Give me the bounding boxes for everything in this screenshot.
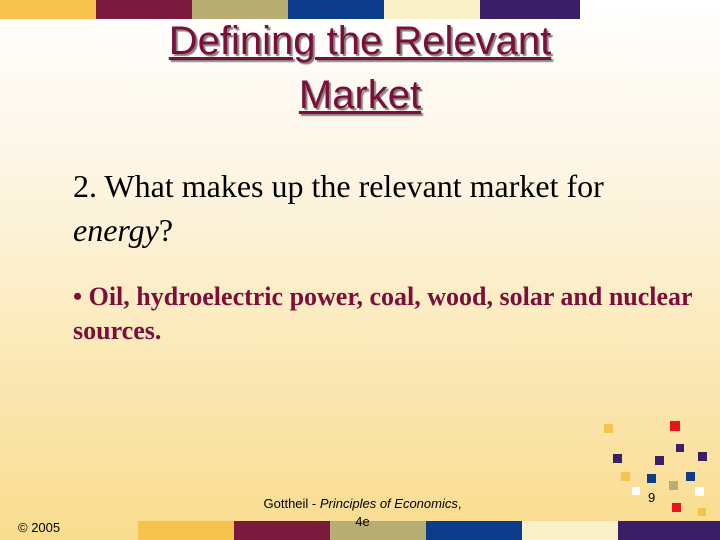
title-line-2: Market: [298, 73, 422, 117]
deco-square: [632, 487, 640, 495]
deco-square: [604, 424, 613, 433]
question-prefix: 2. What makes up the relevant market for: [73, 168, 604, 204]
bottom-bar-segment: [618, 521, 720, 540]
question-suffix: ?: [158, 212, 174, 248]
source-edition: 4e: [355, 514, 370, 529]
deco-square: [676, 444, 684, 452]
bottom-bar-segment: [522, 521, 618, 540]
answer-bullet: • Oil, hydroelectric power, coal, wood, …: [73, 282, 693, 345]
deco-square: [669, 481, 678, 490]
bottom-bar-segment: [138, 521, 234, 540]
slide-title: Defining the Relevant Market: [0, 14, 720, 122]
source-author: Gottheil -: [263, 496, 320, 511]
deco-square: [670, 421, 680, 431]
footer-source: Gottheil - Principles of Economics, 4e: [250, 495, 475, 531]
deco-square: [698, 452, 707, 461]
page-number: 9: [648, 490, 656, 505]
question-emphasis: energy: [73, 212, 159, 248]
question-text: 2. What makes up the relevant market for…: [73, 164, 673, 252]
copyright-text: © 2005: [18, 520, 61, 535]
source-title: Principles of Economics: [319, 496, 458, 511]
title-line-1: Defining the Relevant: [168, 19, 552, 63]
deco-square: [686, 472, 695, 481]
deco-square: [655, 456, 664, 465]
deco-square: [695, 487, 704, 496]
deco-square: [672, 503, 681, 512]
deco-square: [613, 454, 622, 463]
deco-square: [698, 508, 706, 516]
deco-square: [647, 474, 656, 483]
source-comma: ,: [457, 496, 462, 511]
deco-square: [621, 472, 630, 481]
